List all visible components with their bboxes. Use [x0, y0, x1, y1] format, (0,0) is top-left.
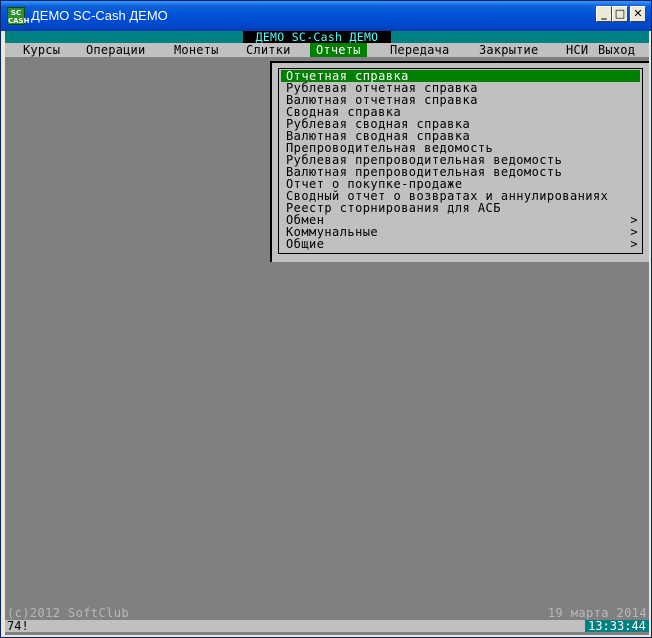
menu-otchety[interactable]: Отчеты — [310, 43, 367, 57]
window-title: ДЕМО SC-Cash ДЕМО — [31, 8, 168, 23]
terminal-title-bar: ДЕМО SC-Cash ДЕМО — [5, 31, 649, 43]
dropdown-submenu-item[interactable]: Общие > — [281, 238, 640, 250]
status-bar: 74! 13:33:44 — [5, 620, 649, 632]
window-titlebar[interactable]: SC CASH ДЕМО SC-Cash ДЕМО _ □ ✕ — [1, 1, 651, 31]
menu-slitki[interactable]: Слитки — [246, 43, 291, 57]
sc-cash-app-icon: SC CASH — [7, 7, 30, 25]
maximize-button[interactable]: □ — [612, 6, 628, 22]
chevron-right-icon: > — [630, 237, 638, 251]
app-window: SC CASH ДЕМО SC-Cash ДЕМО _ □ ✕ ДЕМО SC-… — [0, 0, 652, 638]
terminal-screen: ДЕМО SC-Cash ДЕМО Курсы Операции Монеты … — [5, 31, 649, 635]
dropdown-item[interactable]: Реестр сторнирования для АСБ — [281, 202, 640, 214]
terminal-title: ДЕМО SC-Cash ДЕМО — [243, 31, 391, 43]
clock: 13:33:44 — [585, 620, 649, 632]
copyright-text: (c)2012 SoftClub — [7, 606, 129, 620]
main-menu-bar: Курсы Операции Монеты Слитки Отчеты Пере… — [5, 43, 649, 57]
minimize-button[interactable]: _ — [596, 6, 612, 22]
menu-vyhod[interactable]: Выход — [598, 43, 635, 57]
menu-nsi[interactable]: НСИ — [566, 43, 588, 57]
dropdown-item-label: Общие — [286, 237, 325, 251]
menu-operacii[interactable]: Операции — [86, 43, 145, 57]
current-date: 19 марта 2014 — [547, 606, 647, 620]
reports-dropdown-frame: Отчетная справка Рублевая отчетная справ… — [278, 68, 643, 254]
menu-monety[interactable]: Монеты — [174, 43, 219, 57]
dropdown-submenu-item[interactable]: Коммунальные > — [281, 226, 640, 238]
menu-kursy[interactable]: Курсы — [23, 43, 60, 57]
close-button[interactable]: ✕ — [630, 6, 646, 22]
menu-peredacha[interactable]: Передача — [390, 43, 449, 57]
status-indicator: 74! — [7, 619, 29, 633]
reports-dropdown: Отчетная справка Рублевая отчетная справ… — [270, 61, 649, 262]
terminal-footer: (c)2012 SoftClub 19 марта 2014 — [5, 607, 649, 619]
menu-zakrytie[interactable]: Закрытие — [479, 43, 538, 57]
